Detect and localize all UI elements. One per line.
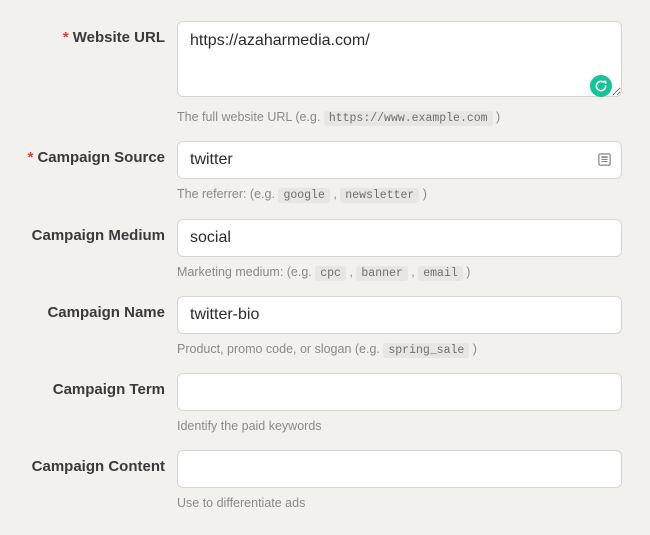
url-builder-form: *Website URL https://azaharmedia.com/ Th… [0, 0, 650, 535]
label-text: Campaign Source [37, 149, 165, 166]
required-asterisk: * [63, 29, 69, 46]
helper-term: Identify the paid keywords [177, 417, 622, 436]
website-url-input[interactable]: https://azaharmedia.com/ [177, 21, 622, 97]
field-website-url: *Website URL https://azaharmedia.com/ Th… [12, 21, 622, 127]
label-campaign-source: *Campaign Source [12, 141, 177, 166]
helper-code: spring_sale [383, 343, 469, 358]
helper-code: google [278, 188, 329, 203]
helper-code: newsletter [340, 188, 419, 203]
helper-source: The referrer: (e.g. google , newsletter … [177, 185, 622, 204]
field-campaign-content: Campaign Content Use to differentiate ad… [12, 450, 622, 513]
field-campaign-medium: Campaign Medium Marketing medium: (e.g. … [12, 219, 622, 282]
input-col-name: Product, promo code, or slogan (e.g. spr… [177, 296, 622, 359]
label-campaign-term: Campaign Term [12, 373, 177, 398]
field-campaign-source: *Campaign Source The referrer: (e.g. goo… [12, 141, 622, 204]
input-col-medium: Marketing medium: (e.g. cpc , banner , e… [177, 219, 622, 282]
input-col-source: The referrer: (e.g. google , newsletter … [177, 141, 622, 204]
helper-medium: Marketing medium: (e.g. cpc , banner , e… [177, 263, 622, 282]
label-campaign-medium: Campaign Medium [12, 219, 177, 244]
label-text: Website URL [73, 29, 165, 46]
campaign-medium-input[interactable] [177, 219, 622, 257]
label-text: Campaign Content [32, 458, 165, 475]
label-website-url: *Website URL [12, 21, 177, 46]
helper-code: https://www.example.com [324, 111, 493, 126]
label-text: Campaign Name [47, 304, 165, 321]
campaign-source-input[interactable] [177, 141, 622, 179]
label-campaign-name: Campaign Name [12, 296, 177, 321]
input-col-url: https://azaharmedia.com/ The full websit… [177, 21, 622, 127]
campaign-content-input[interactable] [177, 450, 622, 488]
required-asterisk: * [28, 149, 34, 166]
campaign-term-input[interactable] [177, 373, 622, 411]
helper-code: banner [356, 266, 407, 281]
field-campaign-term: Campaign Term Identify the paid keywords [12, 373, 622, 436]
input-col-content: Use to differentiate ads [177, 450, 622, 513]
field-campaign-name: Campaign Name Product, promo code, or sl… [12, 296, 622, 359]
input-col-term: Identify the paid keywords [177, 373, 622, 436]
helper-name: Product, promo code, or slogan (e.g. spr… [177, 340, 622, 359]
campaign-name-input[interactable] [177, 296, 622, 334]
helper-code: cpc [315, 266, 346, 281]
label-text: Campaign Medium [32, 227, 165, 244]
helper-content: Use to differentiate ads [177, 494, 622, 513]
label-campaign-content: Campaign Content [12, 450, 177, 475]
helper-code: email [418, 266, 463, 281]
helper-url: The full website URL (e.g. https://www.e… [177, 108, 622, 127]
label-text: Campaign Term [53, 381, 165, 398]
